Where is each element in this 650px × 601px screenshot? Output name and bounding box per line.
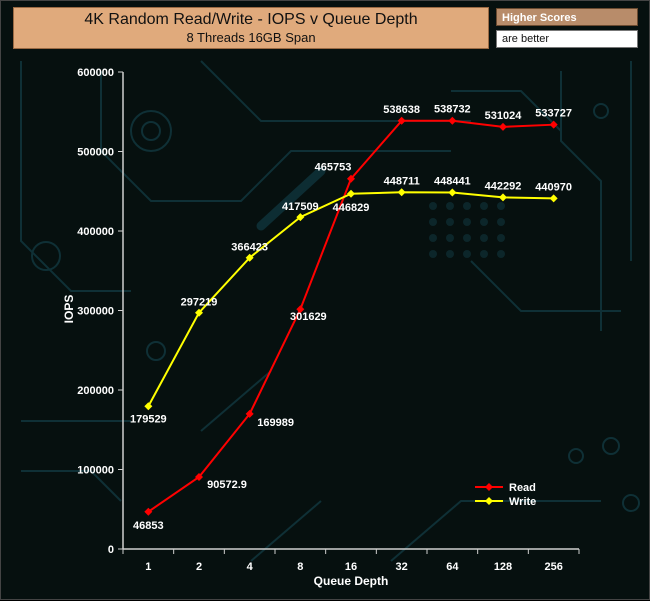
circuit-dot	[463, 234, 471, 242]
x-tick-label: 32	[396, 561, 408, 573]
circuit-dot	[480, 202, 488, 210]
circuit-dot	[463, 250, 471, 258]
data-label-write: 179529	[130, 413, 167, 425]
data-point-read	[448, 116, 457, 125]
circuit-dot	[429, 202, 437, 210]
chart-legend: Read Write	[475, 482, 536, 508]
data-label-read: 90572.9	[207, 479, 247, 491]
circuit-slot	[256, 166, 326, 231]
y-axis-label: IOPS	[62, 295, 76, 324]
circuit-pad	[146, 341, 166, 361]
circuit-trace	[390, 500, 601, 562]
circuit-dot	[480, 234, 488, 242]
data-label-write: 417509	[282, 201, 319, 213]
y-tick-label: 300000	[77, 306, 114, 318]
chart-svg: 0 100000 200000 300000 400000 500000 600000 1 2 4…	[20, 60, 640, 588]
circuit-pad	[568, 448, 584, 464]
circuit-dot	[446, 218, 454, 226]
data-point-read	[499, 122, 507, 131]
circuit-trace	[250, 500, 322, 562]
circuit-pad	[593, 103, 609, 119]
data-label-write: 440970	[535, 181, 572, 193]
data-point-write	[144, 402, 153, 411]
circuit-dot	[497, 202, 505, 210]
circuit-dot	[429, 250, 437, 258]
data-label-read: 46853	[133, 520, 164, 532]
data-label-write: 448711	[384, 175, 420, 187]
y-tick-label: 0	[108, 544, 114, 556]
x-tick-label: 64	[446, 561, 459, 573]
data-point-write	[448, 188, 457, 197]
data-label-write: 366423	[231, 242, 268, 254]
circuit-trace	[470, 260, 621, 312]
data-point-write	[499, 193, 507, 202]
chart-plot: 46853 90572.9 169989 301629 465753 538638 5387…	[130, 104, 572, 532]
legend-marker-read	[485, 483, 493, 491]
data-label-read: 531024	[485, 110, 523, 122]
circuit-dot	[446, 234, 454, 242]
x-tick-label: 8	[297, 561, 303, 573]
legend-label-write: Write	[509, 496, 536, 508]
x-tick-label: 2	[196, 561, 202, 573]
circuit-pad	[622, 494, 640, 512]
y-tick-label: 100000	[77, 465, 114, 477]
x-tick-label: 4	[247, 561, 254, 573]
circuit-dot	[480, 250, 488, 258]
circuit-pad	[602, 437, 620, 455]
x-tick-label: 256	[544, 561, 562, 573]
data-label-read: 538732	[434, 104, 471, 116]
circuit-dot	[463, 202, 471, 210]
y-tick-label: 600000	[77, 67, 114, 79]
circuit-trace	[20, 61, 131, 292]
data-point-write	[549, 194, 558, 203]
data-label-read: 169989	[257, 417, 294, 429]
circuit-dot	[480, 218, 488, 226]
data-label-write: 297219	[181, 297, 218, 309]
circuit-dot	[463, 218, 471, 226]
x-tick-label: 128	[494, 561, 512, 573]
circuit-dot	[446, 202, 454, 210]
circuit-dot	[446, 250, 454, 258]
data-point-write	[347, 189, 355, 198]
y-tick-label: 400000	[77, 226, 114, 238]
x-tick-label: 1	[145, 561, 151, 573]
data-label-write: 448441	[434, 175, 471, 187]
y-tick-label: 200000	[77, 385, 114, 397]
circuit-dot	[497, 250, 505, 258]
circuit-pad	[141, 121, 161, 141]
data-label-read: 533727	[535, 108, 572, 120]
data-label-read: 465753	[315, 162, 352, 174]
y-tick-label: 500000	[77, 147, 114, 159]
data-label-read: 538638	[383, 104, 420, 116]
legend-label-read: Read	[509, 482, 536, 494]
x-tick-label: 16	[345, 561, 357, 573]
data-label-write: 442292	[485, 180, 522, 192]
circuit-pad	[130, 110, 172, 152]
circuit-dot	[497, 234, 505, 242]
data-point-write	[397, 188, 406, 197]
circuit-trace	[200, 60, 471, 122]
circuit-dot	[429, 234, 437, 242]
legend-marker-write	[485, 497, 493, 505]
circuit-dot	[497, 218, 505, 226]
chart-axes: 0 100000 200000 300000 400000 500000 600000 1 2 4…	[62, 67, 580, 588]
circuit-dot	[429, 218, 437, 226]
x-axis-label: Queue Depth	[314, 574, 389, 588]
chart-frame: 4K Random Read/Write - IOPS v Queue Dept…	[0, 0, 650, 600]
data-label-read: 301629	[290, 311, 327, 323]
data-label-write: 446829	[333, 202, 370, 214]
